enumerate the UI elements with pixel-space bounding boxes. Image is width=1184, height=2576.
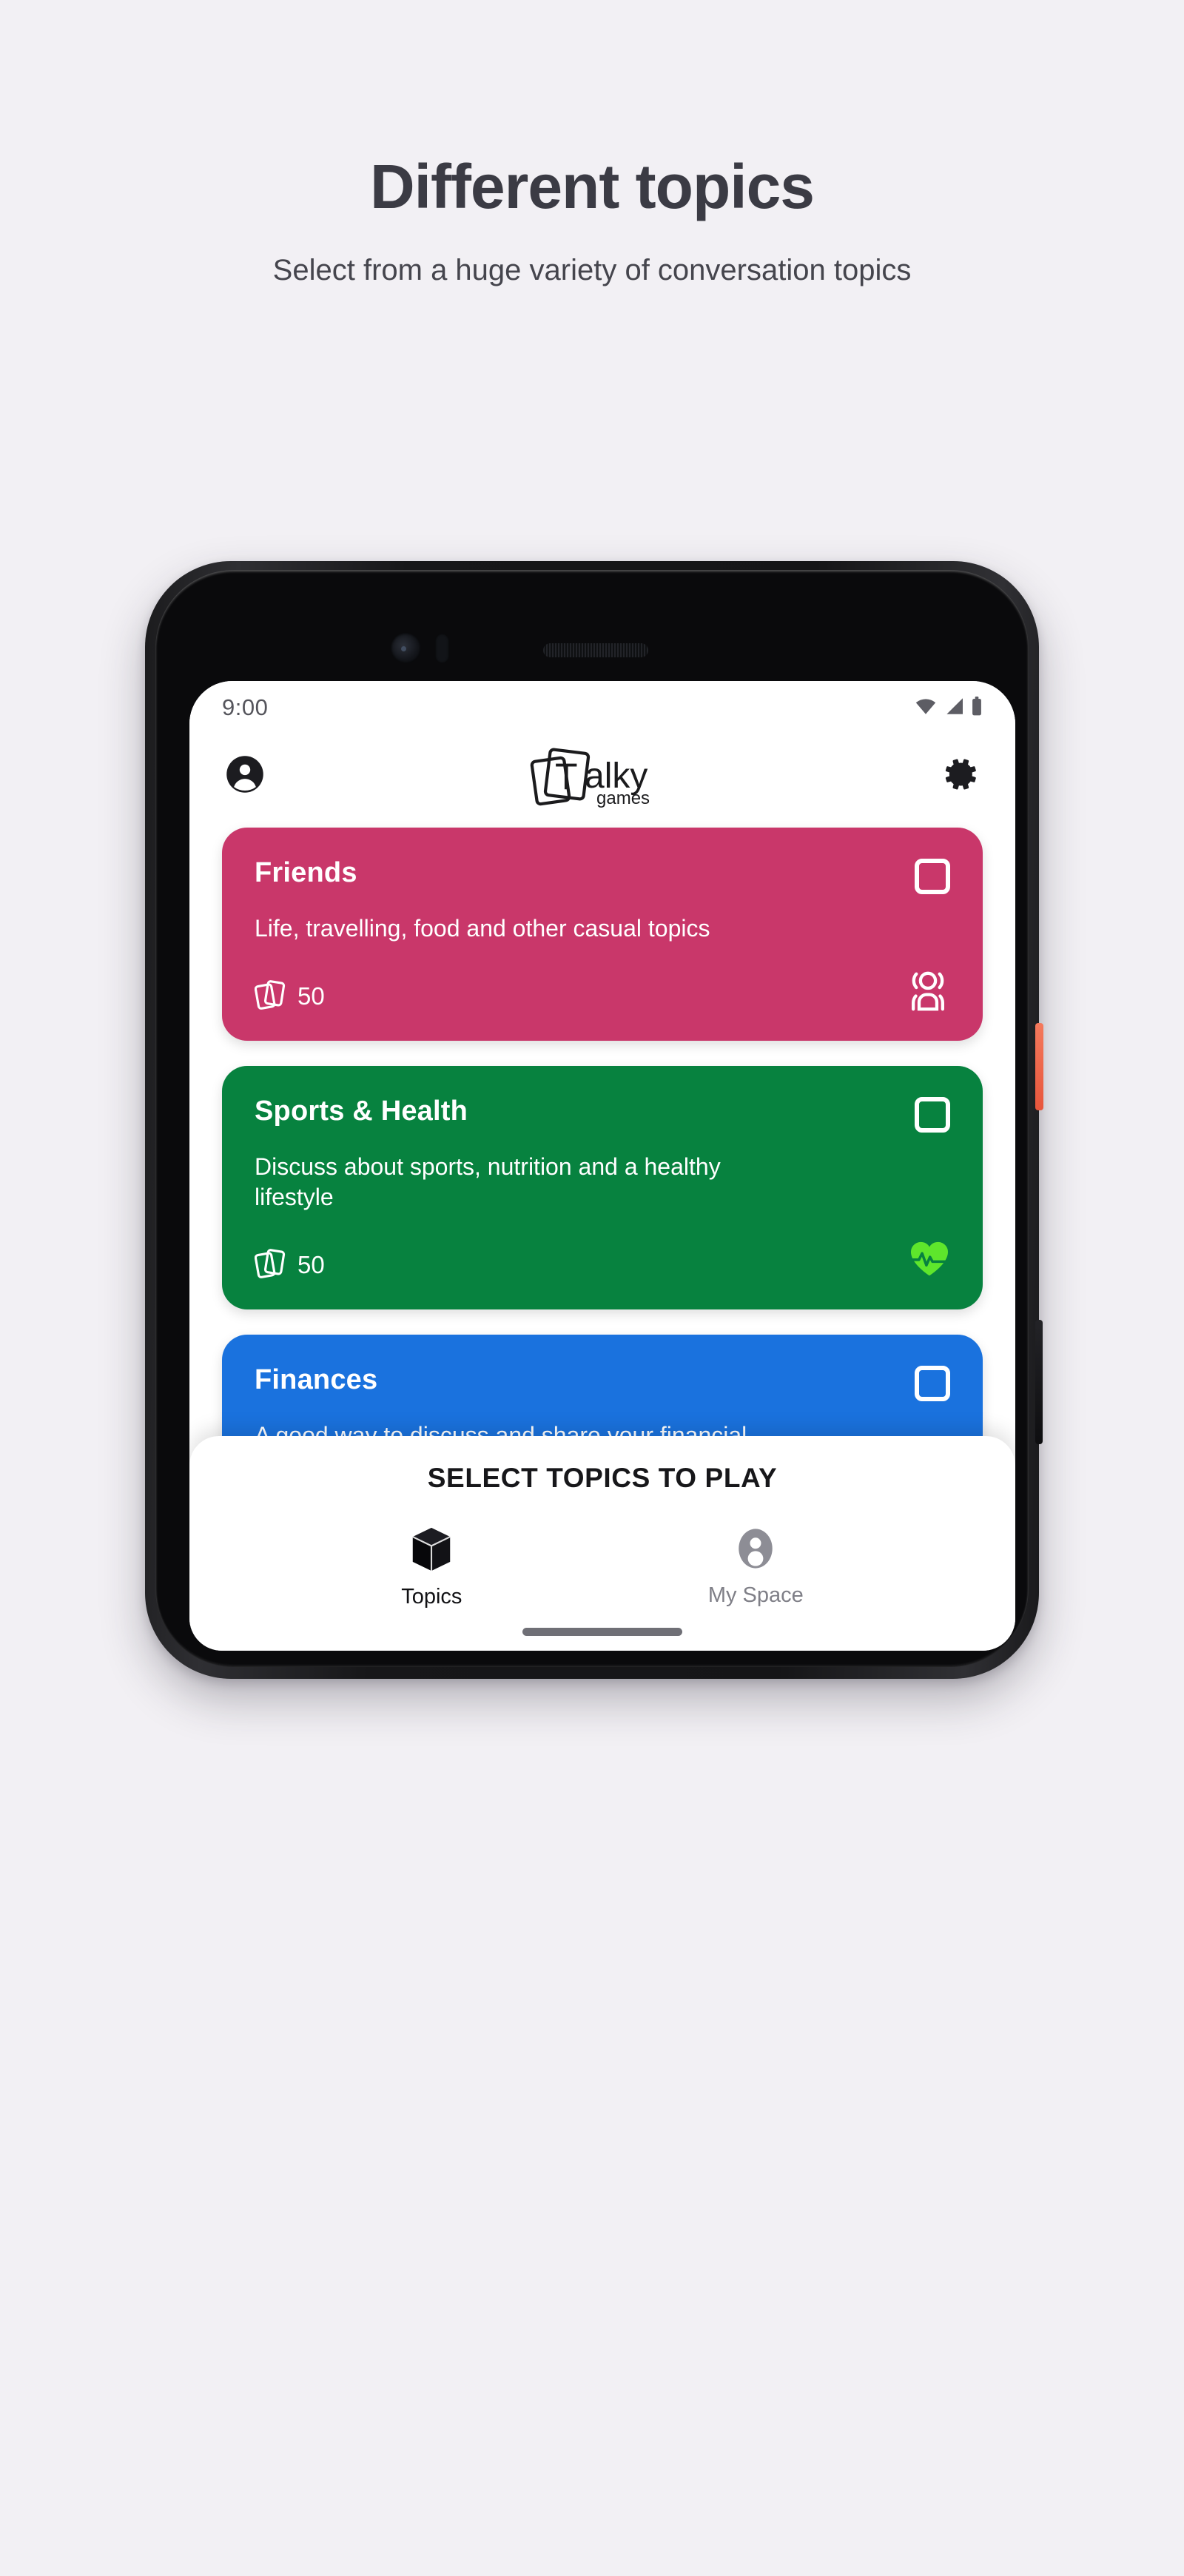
topic-description: Life, travelling, food and other casual … (255, 915, 710, 942)
cube-icon (410, 1526, 453, 1576)
svg-text:T: T (555, 756, 578, 797)
status-bar: 9:00 (189, 681, 1015, 734)
page-subtitle: Select from a huge variety of conversati… (272, 254, 912, 287)
topic-card-header: Finances (255, 1364, 950, 1401)
account-circle-icon (734, 1526, 777, 1574)
proximity-sensor-icon (435, 634, 449, 663)
status-bar-clock: 9:00 (222, 694, 269, 720)
cellular-signal-icon (944, 697, 964, 719)
topic-title: Sports & Health (255, 1095, 468, 1127)
topic-card-count-value: 50 (297, 1251, 325, 1279)
topic-card-header: Sports & Health (255, 1096, 950, 1133)
promo-header: Different topics Select from a huge vari… (0, 0, 1184, 292)
topic-card-sports-health[interactable]: Sports & Health Discuss about sports, nu… (222, 1065, 983, 1309)
topic-title: Finances (255, 1364, 378, 1395)
bottom-sheet: SELECT TOPICS TO PLAY Topics My Space (189, 1436, 1015, 1651)
gear-icon[interactable] (940, 754, 980, 798)
app-logo: T alky games (530, 743, 675, 808)
tab-topics-label: Topics (401, 1585, 462, 1609)
status-bar-icons (915, 696, 983, 720)
bottom-tab-bar: Topics My Space (189, 1526, 1015, 1609)
front-camera-icon (391, 633, 421, 663)
app-bar: T alky games (189, 734, 1015, 817)
bottom-sheet-title: SELECT TOPICS TO PLAY (427, 1463, 778, 1493)
topic-card-footer: 50 (254, 944, 950, 1016)
promo-screenshot: Different topics Select from a huge vari… (0, 0, 1184, 2576)
volume-rocker-button[interactable] (1035, 1320, 1043, 1444)
topic-card-count: 50 (254, 1247, 325, 1284)
gesture-navigation-bar[interactable] (522, 1628, 682, 1636)
topic-select-checkbox[interactable] (915, 859, 950, 894)
topic-card-list[interactable]: Friends Life, travelling, food and other… (189, 817, 1015, 1466)
topic-card-footer: 50 (254, 1212, 951, 1284)
wifi-icon (915, 697, 937, 719)
topic-card-header: Friends (255, 857, 950, 894)
tab-topics[interactable]: Topics (401, 1526, 462, 1609)
page-title: Different topics (369, 152, 815, 221)
tab-my-space-label: My Space (707, 1583, 804, 1607)
card-stack-icon (254, 1247, 287, 1284)
earpiece-speaker-icon (543, 643, 648, 657)
battery-icon (971, 696, 983, 720)
svg-text:games: games (596, 788, 650, 808)
topic-card-count: 50 (254, 978, 325, 1016)
phone-mockup: 9:00 T alky games Friends Life, travelli… (145, 561, 1043, 1679)
card-stack-icon (254, 978, 287, 1016)
tab-my-space[interactable]: My Space (708, 1526, 804, 1608)
account-circle-icon[interactable] (225, 754, 265, 798)
topic-card-count-value: 50 (297, 982, 325, 1010)
power-button[interactable] (1035, 1023, 1043, 1110)
topic-select-checkbox[interactable] (915, 1096, 950, 1133)
topic-title: Friends (255, 857, 357, 888)
topic-card-friends[interactable]: Friends Life, travelling, food and other… (222, 828, 983, 1041)
phone-screen: 9:00 T alky games Friends Life, travelli… (189, 681, 1015, 1651)
phone-glass: 9:00 T alky games Friends Life, travelli… (155, 570, 1029, 1667)
people-outline-icon (906, 969, 950, 1016)
beating-heart-icon (907, 1238, 951, 1284)
topic-description: Discuss about sports, nutrition and a he… (255, 1153, 721, 1210)
topic-select-checkbox[interactable] (915, 1365, 950, 1401)
